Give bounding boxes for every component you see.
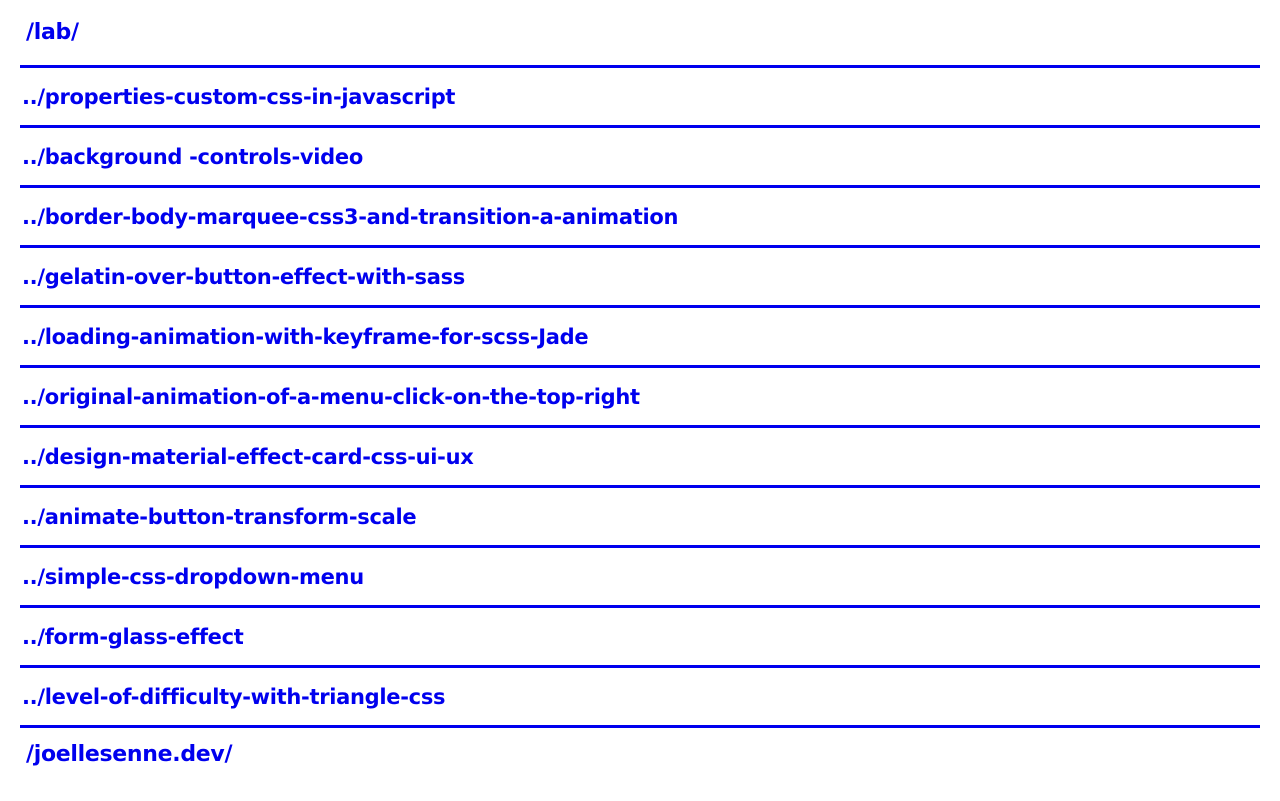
list-item-link[interactable]: ../background -controls-video xyxy=(22,145,363,169)
list-item: ../form-glass-effect xyxy=(20,608,1260,668)
list-item-link[interactable]: ../original-animation-of-a-menu-click-on… xyxy=(22,385,640,409)
list-item: ../loading-animation-with-keyframe-for-s… xyxy=(20,308,1260,368)
list-item: ../animate-button-transform-scale xyxy=(20,488,1260,548)
list-item: ../properties-custom-css-in-javascript xyxy=(20,68,1260,128)
footer: /joellesenne.dev/ xyxy=(20,728,1260,781)
list-item: ../original-animation-of-a-menu-click-on… xyxy=(20,368,1260,428)
list-item-link[interactable]: ../border-body-marquee-css3-and-transiti… xyxy=(22,205,678,229)
list-item: ../level-of-difficulty-with-triangle-css xyxy=(20,668,1260,728)
list-item: ../background -controls-video xyxy=(20,128,1260,188)
list-item: ../border-body-marquee-css3-and-transiti… xyxy=(20,188,1260,248)
list-item: ../design-material-effect-card-css-ui-ux xyxy=(20,428,1260,488)
list-item-link[interactable]: ../loading-animation-with-keyframe-for-s… xyxy=(22,325,589,349)
list-item-link[interactable]: ../level-of-difficulty-with-triangle-css xyxy=(22,685,446,709)
list-item-link[interactable]: ../simple-css-dropdown-menu xyxy=(22,565,364,589)
header: /lab/ xyxy=(20,0,1260,68)
lab-root-link[interactable]: /lab/ xyxy=(26,20,79,45)
list-item-link[interactable]: ../design-material-effect-card-css-ui-ux xyxy=(22,445,474,469)
list-item: ../simple-css-dropdown-menu xyxy=(20,548,1260,608)
home-site-link[interactable]: /joellesenne.dev/ xyxy=(26,742,232,767)
lab-link-list: ../properties-custom-css-in-javascript .… xyxy=(20,68,1260,728)
list-item-link[interactable]: ../form-glass-effect xyxy=(22,625,244,649)
list-item-link[interactable]: ../properties-custom-css-in-javascript xyxy=(22,85,455,109)
list-item-link[interactable]: ../gelatin-over-button-effect-with-sass xyxy=(22,265,465,289)
list-item-link[interactable]: ../animate-button-transform-scale xyxy=(22,505,417,529)
page: /lab/ ../properties-custom-css-in-javasc… xyxy=(0,0,1280,801)
list-item: ../gelatin-over-button-effect-with-sass xyxy=(20,248,1260,308)
